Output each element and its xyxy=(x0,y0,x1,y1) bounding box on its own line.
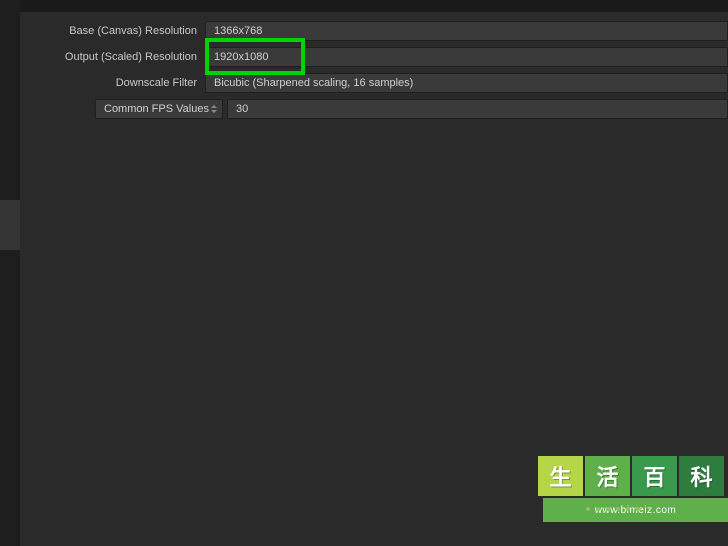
video-settings-panel: Base (Canvas) Resolution 1366x768 Output… xyxy=(20,20,728,124)
fps-value: 30 xyxy=(236,103,248,115)
output-resolution-label: Output (Scaled) Resolution xyxy=(20,51,205,63)
sidebar-active-section xyxy=(0,200,20,250)
output-resolution-value: 1920x1080 xyxy=(214,51,268,63)
sidebar xyxy=(0,0,20,546)
output-resolution-dropdown[interactable]: 1920x1080 xyxy=(205,47,728,67)
base-resolution-row: Base (Canvas) Resolution 1366x768 xyxy=(20,20,728,42)
window-top-bar xyxy=(0,0,728,12)
watermark-char-4: 科 xyxy=(679,456,724,496)
fps-type-dropdown[interactable]: Common FPS Values xyxy=(95,99,223,119)
base-resolution-label: Base (Canvas) Resolution xyxy=(20,25,205,37)
base-resolution-value: 1366x768 xyxy=(214,25,262,37)
watermark-char-1: 生 xyxy=(538,456,583,496)
stepper-icon xyxy=(209,101,219,117)
watermark-char-3: 百 xyxy=(632,456,677,496)
output-resolution-row: Output (Scaled) Resolution 1920x1080 xyxy=(20,46,728,68)
downscale-filter-dropdown[interactable]: Bicubic (Sharpened scaling, 16 samples) xyxy=(205,73,728,93)
fps-row: Common FPS Values 30 xyxy=(95,98,728,120)
watermark-logo: 生 活 百 科 xyxy=(533,456,728,496)
watermark-char-2: 活 xyxy=(585,456,630,496)
downscale-filter-label: Downscale Filter xyxy=(20,77,205,89)
downscale-filter-value: Bicubic (Sharpened scaling, 16 samples) xyxy=(214,77,413,89)
watermark: 生 活 百 科 www.bimeiz.com xyxy=(533,456,728,546)
fps-type-value: Common FPS Values xyxy=(104,103,209,115)
downscale-filter-row: Downscale Filter Bicubic (Sharpened scal… xyxy=(20,72,728,94)
watermark-decor xyxy=(583,501,703,516)
base-resolution-dropdown[interactable]: 1366x768 xyxy=(205,21,728,41)
fps-value-dropdown[interactable]: 30 xyxy=(227,99,728,119)
